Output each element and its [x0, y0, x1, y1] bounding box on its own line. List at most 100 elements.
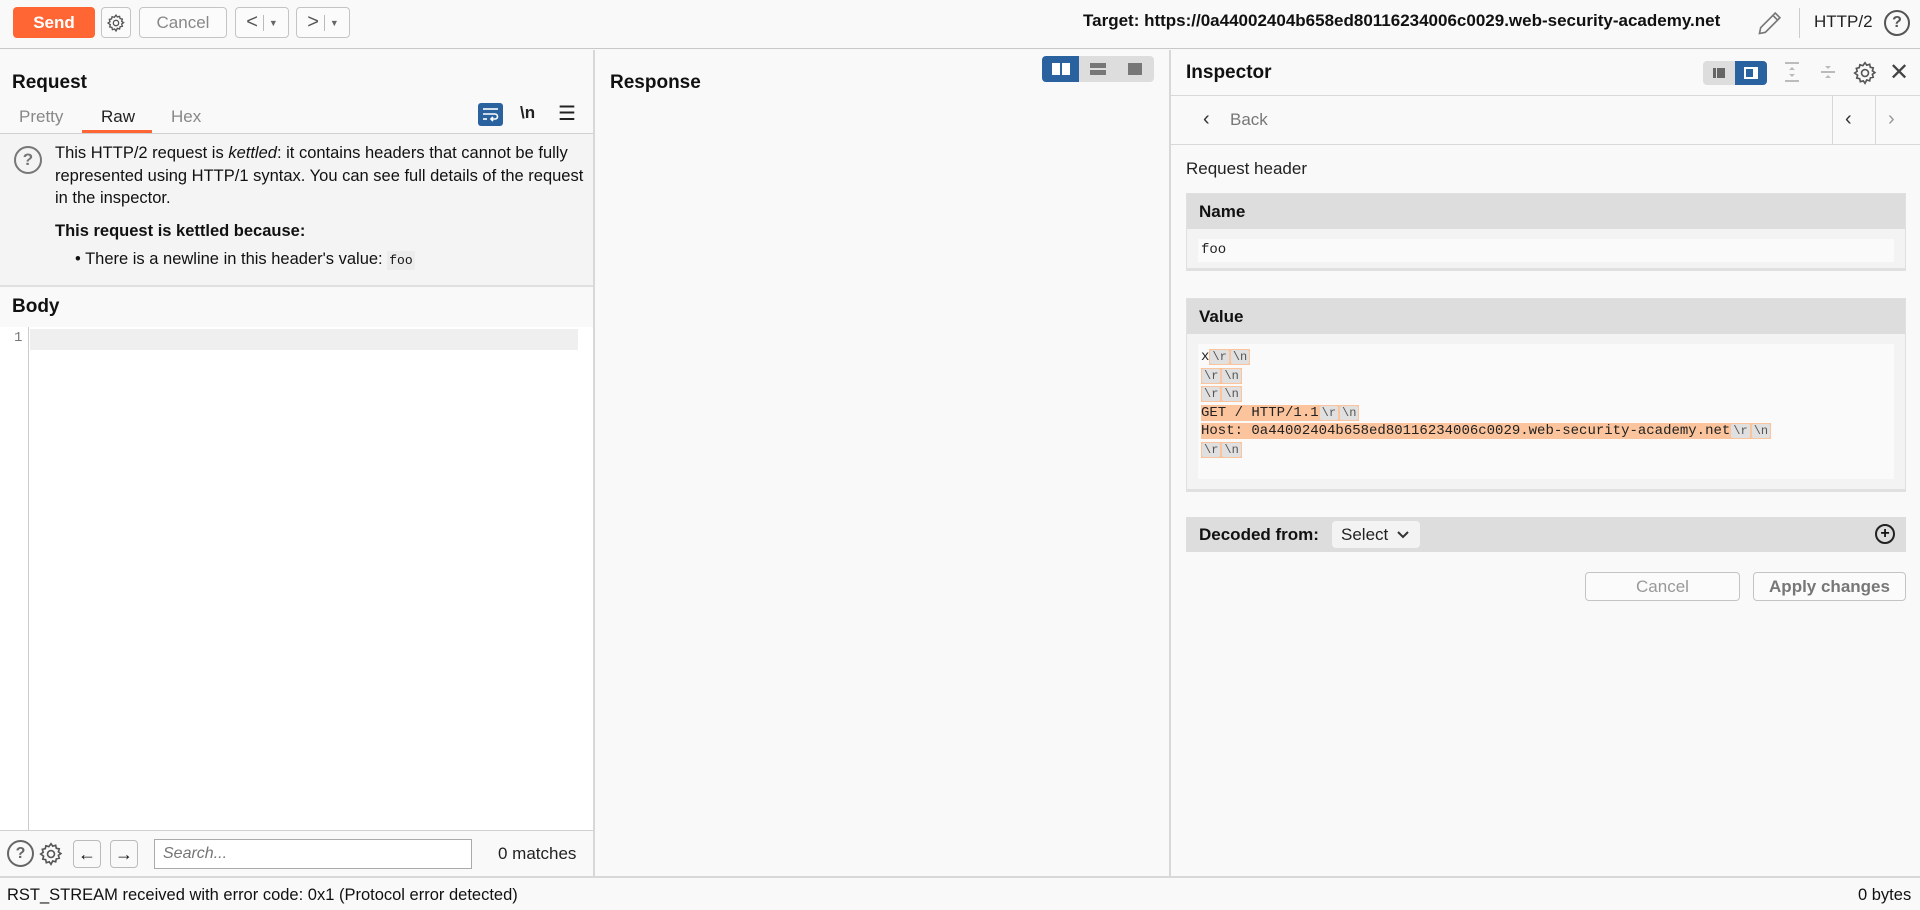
- apply-changes-button[interactable]: Apply changes: [1753, 572, 1906, 601]
- word-wrap-toggle[interactable]: [478, 103, 503, 126]
- escape-sequence-group: \r \n: [1201, 386, 1242, 402]
- section-label: Request header: [1186, 159, 1307, 178]
- escape-char-badge: \r: [1202, 368, 1221, 383]
- body-header: [0, 289, 593, 327]
- response-panel: [595, 50, 1169, 876]
- collapse-all-icon[interactable]: [1818, 61, 1838, 85]
- next-item-button[interactable]: ›: [1888, 108, 1895, 131]
- edit-target-button[interactable]: [1756, 9, 1784, 37]
- tab-raw[interactable]: Raw: [101, 107, 135, 127]
- escape-char-badge: \r: [1731, 424, 1750, 438]
- layout-side-by-side-button[interactable]: [1042, 56, 1079, 82]
- escape-sequence-group: \r \n: [1730, 423, 1772, 439]
- layout-single-button[interactable]: [1116, 56, 1153, 82]
- header-value-field[interactable]: x \r \n \r \n \r \n GET / HTTP/1.1 \r \n Host: 0a4…: [1198, 344, 1894, 479]
- help-icon[interactable]: ?: [7, 840, 34, 867]
- escape-char-badge: \r: [1319, 405, 1339, 420]
- header-name-field[interactable]: foo: [1198, 239, 1894, 262]
- inspector-dock-left-button[interactable]: [1703, 61, 1735, 85]
- history-forward-button[interactable]: > ▼: [296, 7, 350, 38]
- chevron-down-icon: [1397, 530, 1409, 538]
- line-number: 1: [14, 330, 23, 346]
- response-size: 0 bytes: [1858, 886, 1912, 904]
- escape-char-badge: \n: [1222, 442, 1241, 457]
- dock-right-icon: [1744, 67, 1758, 79]
- back-button[interactable]: Back: [1230, 110, 1268, 130]
- kettled-reason-title: This request is kettled because:: [55, 222, 306, 240]
- escape-sequence-group: \r \n: [1209, 349, 1251, 365]
- body-editor[interactable]: [0, 327, 593, 830]
- value-text: Host: 0a44002404b658ed80116234006c0029.w…: [1201, 423, 1731, 439]
- name-header: Name: [1187, 194, 1905, 229]
- next-match-button[interactable]: →: [110, 840, 138, 868]
- layout-stacked-button[interactable]: [1079, 56, 1116, 82]
- value-line: \r \n: [1201, 385, 1891, 404]
- value-line: \r \n: [1201, 367, 1891, 386]
- header-name-code: foo: [387, 251, 415, 270]
- value-line: GET / HTTP/1.1 \r \n: [1201, 404, 1891, 423]
- chevron-left-icon[interactable]: ‹: [1203, 108, 1210, 131]
- caret-down-icon[interactable]: ▼: [269, 18, 278, 28]
- rows-icon: [1089, 63, 1106, 75]
- status-message: RST_STREAM received with error code: 0x1…: [7, 886, 518, 904]
- previous-match-button[interactable]: ←: [73, 840, 101, 868]
- protocol-selector[interactable]: HTTP/2: [1814, 12, 1873, 32]
- show-newlines-toggle[interactable]: \n: [520, 103, 535, 123]
- notice-emphasis: kettled: [228, 144, 277, 162]
- help-icon[interactable]: ?: [1884, 10, 1910, 36]
- separator: [262, 14, 264, 31]
- escape-char-badge: \n: [1751, 424, 1771, 438]
- add-decoding-icon[interactable]: +: [1875, 524, 1895, 544]
- reason-text: There is a newline in this header's valu…: [85, 250, 388, 268]
- decoded-from-label: Decoded from:: [1199, 525, 1319, 544]
- chevron-left-icon: <: [246, 11, 258, 33]
- response-title: Response: [610, 72, 701, 93]
- search-input[interactable]: [154, 839, 472, 869]
- caret-down-icon[interactable]: ▼: [330, 18, 339, 28]
- hamburger-menu-icon[interactable]: ☰: [558, 101, 576, 126]
- arrow-left-icon: ←: [78, 843, 96, 864]
- divider: [1171, 144, 1920, 145]
- tab-pretty[interactable]: Pretty: [19, 107, 63, 127]
- body-title: Body: [12, 296, 60, 317]
- cancel-button[interactable]: Cancel: [139, 7, 227, 38]
- notice-text: This HTTP/2 request is: [55, 144, 229, 162]
- decoded-from-select[interactable]: Select: [1332, 521, 1420, 548]
- columns-icon: [1051, 63, 1070, 75]
- send-settings-button[interactable]: [101, 7, 131, 38]
- send-button[interactable]: Send: [13, 7, 95, 38]
- inspector-back-row: [1171, 96, 1920, 144]
- value-line: Host: 0a44002404b658ed80116234006c0029.w…: [1201, 422, 1891, 441]
- escape-sequence-group: \r \n: [1201, 441, 1242, 458]
- gear-icon: [106, 13, 125, 32]
- expand-all-icon[interactable]: [1782, 61, 1802, 85]
- escape-char-badge: \r: [1210, 350, 1229, 364]
- request-title: Request: [12, 72, 87, 93]
- escape-char-badge: \n: [1340, 405, 1359, 420]
- inspector-dock-right-button[interactable]: [1735, 61, 1767, 85]
- escape-char-badge: \n: [1222, 387, 1241, 401]
- arrow-right-icon: →: [115, 843, 133, 864]
- value-line: x \r \n: [1201, 348, 1891, 367]
- match-count: 0 matches: [498, 844, 577, 863]
- select-value: Select: [1341, 524, 1389, 544]
- wrap-icon: [483, 108, 499, 122]
- divider: [1875, 96, 1876, 144]
- value-header: Value: [1187, 299, 1905, 334]
- history-back-button[interactable]: < ▼: [235, 7, 289, 38]
- line-gutter: [28, 327, 29, 830]
- divider: [1799, 8, 1800, 38]
- search-settings-button[interactable]: [37, 840, 64, 867]
- close-icon[interactable]: ✕: [1889, 58, 1909, 87]
- pencil-icon: [1758, 11, 1782, 35]
- inspector-cancel-button[interactable]: Cancel: [1585, 572, 1740, 601]
- previous-item-button[interactable]: ‹: [1845, 108, 1852, 131]
- escape-char-badge: \n: [1230, 350, 1250, 364]
- value-line: \r \n: [1201, 441, 1891, 460]
- tab-hex[interactable]: Hex: [171, 107, 201, 127]
- escape-sequence-group: \r \n: [1201, 367, 1242, 384]
- kettled-description: This HTTP/2 request is kettled: it conta…: [55, 142, 585, 210]
- target-url: Target: https://0a44002404b658ed80116234…: [1083, 11, 1721, 30]
- inspector-settings-button[interactable]: [1852, 60, 1878, 86]
- help-icon[interactable]: ?: [14, 146, 42, 174]
